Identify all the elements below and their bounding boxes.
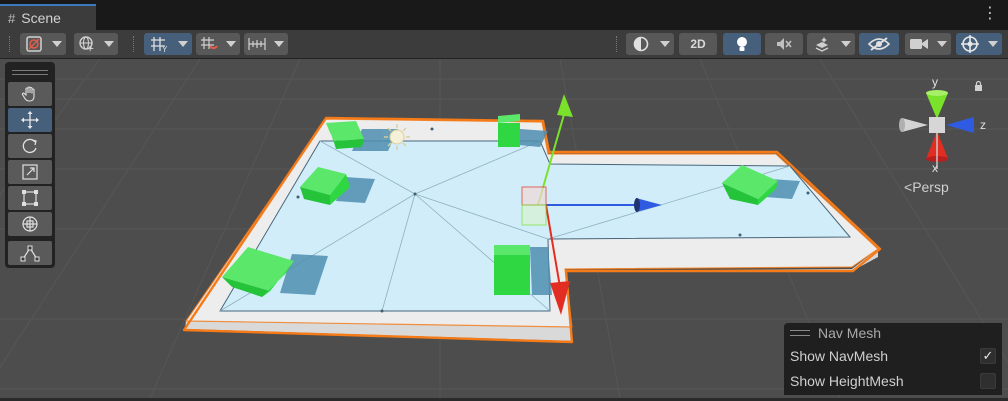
ruler-icon	[248, 38, 266, 50]
move-tool-button[interactable]	[8, 108, 52, 132]
gizmo-z-label: z	[980, 118, 986, 132]
custom-tool-button[interactable]	[8, 241, 52, 265]
custom-tool-icon	[20, 245, 40, 262]
navmesh-overlay-panel: Nav Mesh Show NavMesh ✓ Show HeightMesh	[784, 323, 1002, 395]
global-local-button[interactable]	[74, 33, 100, 55]
grid-snap-button[interactable]: Y	[144, 33, 174, 55]
ruler-dropdown[interactable]	[270, 33, 288, 55]
increment-snap-button[interactable]	[196, 33, 222, 55]
scene-visibility-button[interactable]	[859, 33, 899, 55]
show-heightmesh-row[interactable]: Show HeightMesh	[784, 368, 1002, 393]
lock-icon[interactable]	[975, 80, 982, 92]
toolbar-grip[interactable]	[133, 36, 136, 52]
transform-icon	[22, 216, 38, 232]
persp-chevron-icon: <	[904, 179, 913, 195]
effects-icon	[815, 37, 829, 52]
chevron-down-icon	[937, 41, 947, 47]
audio-mute-icon	[777, 38, 792, 50]
projection-label: Persp	[912, 179, 949, 195]
more-options-icon[interactable]: ⋮	[982, 6, 998, 22]
transform-tool-button[interactable]	[8, 212, 52, 236]
scale-icon	[22, 164, 38, 180]
hand-icon	[21, 86, 35, 102]
panel-handle-icon	[790, 330, 810, 336]
effects-dropdown[interactable]	[837, 33, 855, 55]
gizmo-center-cube[interactable]	[929, 117, 945, 133]
toolbar-grip[interactable]	[616, 36, 619, 52]
tab-scene[interactable]: # Scene	[0, 4, 96, 30]
chevron-down-icon	[226, 41, 236, 47]
global-local-dropdown[interactable]	[100, 33, 118, 55]
scene-toolbar: Y 2D	[0, 30, 1008, 59]
camera-button[interactable]	[905, 33, 933, 55]
navmesh-panel-title: Nav Mesh	[818, 325, 882, 341]
gizmo-y-cone[interactable]	[926, 93, 948, 119]
tools-overlay	[5, 62, 55, 268]
y-axis-arrow[interactable]	[557, 94, 573, 117]
camera-dropdown[interactable]	[933, 33, 951, 55]
move-icon	[21, 111, 39, 129]
shading-mode-dropdown[interactable]	[656, 33, 674, 55]
shading-mode-button[interactable]	[626, 33, 656, 55]
grid-snap-dropdown[interactable]	[174, 33, 192, 55]
tools-overlay-handle[interactable]	[12, 70, 48, 75]
chevron-down-icon	[52, 41, 62, 47]
show-heightmesh-label: Show HeightMesh	[790, 372, 904, 389]
hand-tool-button[interactable]	[8, 82, 52, 106]
chevron-down-icon	[104, 41, 114, 47]
scene-grid-icon: #	[8, 10, 16, 26]
shading-mode-icon	[633, 36, 649, 52]
projection-toggle[interactable]: <Persp	[904, 179, 949, 195]
gizmo-neg-x-cone[interactable]	[902, 118, 928, 132]
lighting-button[interactable]	[723, 33, 761, 55]
show-navmesh-row[interactable]: Show NavMesh ✓	[784, 343, 1002, 368]
draw-mode-icon	[26, 36, 42, 52]
orientation-gizmo[interactable]: y z x	[899, 75, 986, 175]
lighting-icon	[737, 37, 747, 51]
rect-transform-icon	[22, 190, 38, 206]
chevron-down-icon	[274, 41, 284, 47]
draw-mode-button[interactable]	[20, 33, 48, 55]
chevron-down-icon	[178, 41, 188, 47]
increment-snap-dropdown[interactable]	[222, 33, 240, 55]
scene-visibility-icon	[867, 37, 891, 51]
snap-increment-icon	[201, 37, 218, 50]
gizmos-button[interactable]	[956, 33, 984, 55]
globe-icon	[79, 36, 94, 52]
tab-bar: # Scene ⋮	[0, 0, 1008, 31]
effects-button[interactable]	[807, 33, 837, 55]
gizmo-y-label: y	[932, 75, 938, 89]
checkmark-icon: ✓	[982, 347, 994, 363]
scene-viewport[interactable]: y z x <Persp Nav Mesh Show NavMesh ✓ Sho…	[0, 59, 1008, 398]
show-navmesh-label: Show NavMesh	[790, 347, 889, 364]
tab-scene-label: Scene	[21, 10, 61, 26]
toolbar-grip[interactable]	[9, 36, 12, 52]
navmesh-panel-header[interactable]: Nav Mesh	[784, 323, 1002, 343]
draw-mode-dropdown[interactable]	[48, 33, 66, 55]
gizmos-icon	[961, 35, 979, 53]
svg-text:Y: Y	[162, 45, 168, 53]
chevron-down-icon	[841, 41, 851, 47]
camera-icon	[910, 39, 928, 49]
chevron-down-icon	[660, 41, 670, 47]
gizmo-x-label: x	[932, 161, 938, 175]
show-navmesh-checkbox[interactable]: ✓	[980, 347, 996, 364]
grid-snap-icon: Y	[151, 37, 168, 53]
rotate-icon	[22, 138, 37, 154]
rect-tool-button[interactable]	[8, 186, 52, 210]
toggle-2d-button[interactable]: 2D	[679, 33, 717, 55]
audio-mute-button[interactable]	[765, 33, 803, 55]
gizmo-z-cone[interactable]	[946, 117, 974, 133]
ruler-button[interactable]	[244, 33, 270, 55]
gizmos-dropdown[interactable]	[984, 33, 1002, 55]
cube-2[interactable]	[498, 114, 520, 147]
show-heightmesh-checkbox[interactable]	[980, 372, 996, 389]
rotate-tool-button[interactable]	[8, 134, 52, 158]
chevron-down-icon	[988, 41, 998, 47]
scale-tool-button[interactable]	[8, 160, 52, 184]
cube-5[interactable]	[494, 245, 530, 295]
